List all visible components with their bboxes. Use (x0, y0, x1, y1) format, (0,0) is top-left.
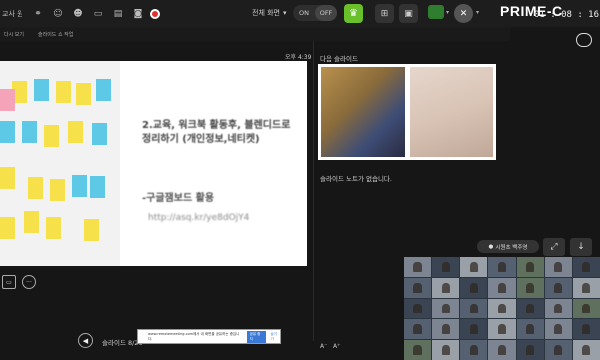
on-off-toggle[interactable]: ON OFF (293, 5, 337, 21)
screen-share-icon[interactable]: ▣ (399, 4, 418, 23)
laptop-icon[interactable]: ▭ (90, 6, 106, 22)
participant-tile[interactable] (572, 277, 600, 298)
participant-grid (404, 257, 600, 360)
hide-bar-button[interactable]: 숨기기 (270, 332, 280, 342)
participant-tile[interactable] (572, 257, 600, 277)
participant-tile[interactable] (404, 340, 432, 360)
participant-tile[interactable] (544, 257, 572, 277)
participant-tile[interactable] (432, 298, 460, 319)
slideshow-label[interactable]: 슬라이드 쇼 작업 (38, 31, 73, 38)
participant-tile[interactable] (432, 319, 460, 340)
participant-tile[interactable] (404, 298, 432, 319)
participant-tile[interactable] (516, 340, 544, 360)
off-option[interactable]: OFF (315, 5, 337, 21)
next-slide-preview[interactable] (318, 64, 496, 160)
slide-tools: ▭ ··· (2, 275, 36, 289)
participant-tile[interactable] (488, 257, 516, 277)
participant-tile[interactable] (404, 277, 432, 298)
participant-tile[interactable] (488, 319, 516, 340)
presenter-clock: 오후 4:39 (285, 54, 312, 61)
participant-tile[interactable] (516, 277, 544, 298)
jamboard-image (0, 61, 120, 266)
participant-tile[interactable] (488, 340, 516, 360)
share-notification-bar: www.remotemeeting.com에서 내 화면을 공유하는 중입니다.… (137, 329, 281, 344)
current-slide: 2.교육, 워크북 활동후, 블렌디드로 정리하기 (개인정보,네티켓) -구글… (0, 61, 307, 266)
column-divider (313, 41, 314, 341)
font-decrease-button[interactable]: A⁻ (320, 343, 327, 350)
slide-notes-text: 슬라이드 노트가 없습니다. (320, 175, 392, 183)
users-icon[interactable]: ☺ (50, 6, 66, 22)
presenter-crown-icon[interactable]: ♛ (344, 4, 363, 23)
classroom-photo-1 (321, 67, 405, 157)
participant-tile[interactable] (544, 298, 572, 319)
download-icon[interactable]: ↓ (570, 238, 592, 256)
left-tool-group: ⚭ ☺ ☻ ▭ ▤ ◙ (30, 6, 160, 22)
participant-tile[interactable] (432, 277, 460, 298)
participant-tile[interactable] (404, 319, 432, 340)
stop-sharing-button[interactable]: 공유 중지 (246, 330, 267, 343)
popout-icon[interactable]: ⤢ (543, 238, 565, 256)
participant-tile[interactable] (544, 319, 572, 340)
user-add-icon[interactable]: ☻ (70, 6, 86, 22)
next-slide-label: 다음 슬라이드 (320, 55, 358, 63)
app-name: 교사 원... (2, 9, 22, 18)
presenter-name-button[interactable]: ● 시원초 백주영 (477, 240, 539, 253)
more-options-icon[interactable]: ··· (22, 275, 36, 289)
view-mode-select[interactable]: 전체 화면 ▾ (252, 8, 287, 18)
rewatch-label[interactable]: 다시 보기 (4, 31, 24, 38)
participant-tile[interactable] (516, 257, 544, 277)
participant-tile[interactable] (488, 298, 516, 319)
document-icon[interactable]: ▤ (110, 6, 126, 22)
app-window: 교사 원... ⚭ ☺ ☻ ▭ ▤ ◙ 전체 화면 ▾ ON OFF ♛ ⊞ ▣… (0, 0, 600, 360)
participant-tile[interactable] (488, 277, 516, 298)
presenter-name: 시원초 백주영 (495, 244, 528, 251)
participant-tile[interactable] (516, 319, 544, 340)
on-option[interactable]: ON (293, 5, 315, 21)
participant-tile[interactable] (432, 340, 460, 360)
slide-url: http://asq.kr/ye8dOjY4 (148, 213, 250, 223)
prev-slide-button[interactable]: ◀ (78, 333, 93, 348)
grid-layout-icon[interactable]: ⊞ (375, 4, 394, 23)
video-camera-icon[interactable] (428, 5, 444, 19)
classroom-photo-2 (410, 67, 493, 157)
participant-tile[interactable] (460, 298, 488, 319)
monitor-icon[interactable]: ▭ (2, 275, 16, 289)
top-toolbar: 교사 원... ⚭ ☺ ☻ ▭ ▤ ◙ 전체 화면 ▾ ON OFF ♛ ⊞ ▣… (0, 0, 600, 27)
link-icon[interactable]: ⚭ (30, 6, 46, 22)
participant-tile[interactable] (516, 298, 544, 319)
participant-tile[interactable] (572, 298, 600, 319)
chat-icon[interactable] (576, 33, 592, 47)
camera-icon[interactable]: ◙ (130, 6, 146, 22)
record-icon[interactable] (150, 8, 160, 19)
camera-menu-chevron-icon[interactable]: ▾ (446, 9, 449, 16)
slide-subtitle: -구글잼보드 활용 (142, 193, 215, 204)
elapsed-time: 01 : 08 : 16 (534, 10, 600, 20)
participant-tile[interactable] (460, 277, 488, 298)
participant-tile[interactable] (572, 340, 600, 360)
share-message: www.remotemeeting.com에서 내 화면을 공유하는 중입니다. (148, 331, 240, 341)
mic-menu-chevron-icon[interactable]: ▾ (476, 9, 479, 16)
participant-tile[interactable] (460, 340, 488, 360)
presenter-substrip: 다시 보기 슬라이드 쇼 작업 (0, 27, 510, 41)
font-increase-button[interactable]: A⁺ (333, 343, 340, 350)
view-mode-label: 전체 화면 (252, 9, 280, 17)
participant-tile[interactable] (460, 319, 488, 340)
chevron-down-icon: ▾ (283, 9, 287, 17)
participant-tile[interactable] (404, 257, 432, 277)
microphone-muted-icon[interactable]: ✕ (454, 4, 473, 23)
user-icon: ● (488, 243, 494, 250)
slide-title: 2.교육, 워크북 활동후, 블렌디드로 정리하기 (개인정보,네티켓) (142, 120, 291, 145)
participant-tile[interactable] (572, 319, 600, 340)
participant-tile[interactable] (544, 340, 572, 360)
participant-tile[interactable] (432, 257, 460, 277)
participant-tile[interactable] (544, 277, 572, 298)
participant-tile[interactable] (460, 257, 488, 277)
